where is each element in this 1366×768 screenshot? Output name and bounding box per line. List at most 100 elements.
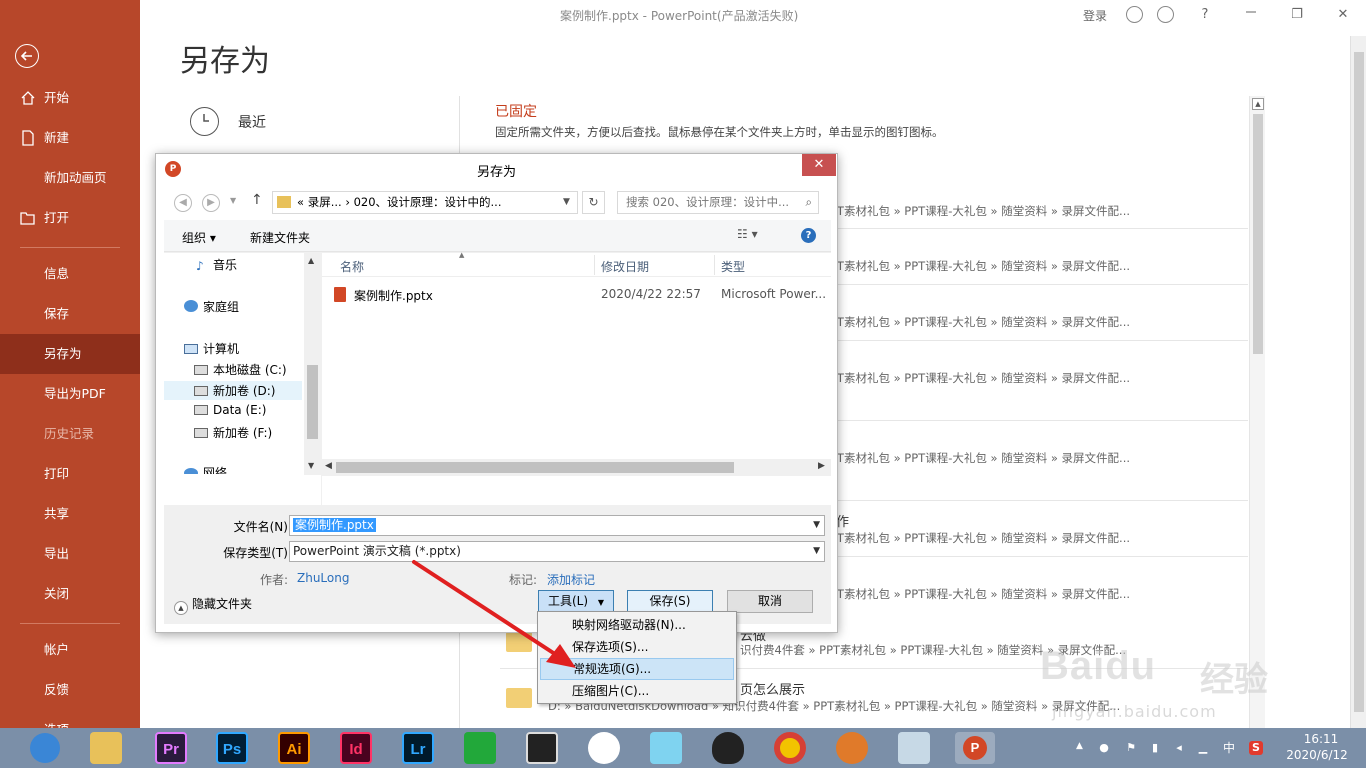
folder-path[interactable]: PT素材礼包 » PPT课程-大礼包 » 随堂资料 » 录屏文件配... — [830, 370, 1250, 386]
tree-item-drive-f[interactable]: 新加卷 (F:) — [194, 424, 272, 441]
sogou-ime-icon[interactable]: S — [1249, 741, 1263, 755]
filename-input[interactable]: 案例制作.pptx ▼ — [289, 515, 825, 536]
scrollbar-thumb[interactable] — [1253, 114, 1263, 354]
address-bar[interactable]: « 录屏... › 020、设计原理：设计中的... ▼ — [272, 191, 578, 214]
sidebar-item-options[interactable]: 选项 — [0, 710, 140, 728]
chrome-app-icon[interactable] — [774, 732, 806, 764]
horizontal-scrollbar[interactable]: ◀ ▶ — [322, 459, 831, 476]
menu-item-general-options[interactable]: 常规选项(G)... — [540, 658, 734, 680]
author-value[interactable]: ZhuLong — [297, 571, 349, 585]
chevron-down-icon[interactable]: ▼ — [563, 192, 570, 213]
browser-app-icon[interactable] — [30, 733, 60, 763]
help-icon[interactable]: ? — [801, 228, 816, 243]
illustrator-app-icon[interactable]: Ai — [278, 732, 310, 764]
sidebar-item-feedback[interactable]: 反馈 — [0, 670, 140, 710]
wifi-signal-icon[interactable]: ▁ — [1196, 741, 1210, 755]
view-options-icon[interactable]: ☷ ▾ — [737, 227, 758, 241]
scrollbar-thumb[interactable] — [307, 365, 318, 439]
sidebar-item-save[interactable]: 保存 — [0, 294, 140, 334]
column-date[interactable]: 修改日期 — [601, 258, 649, 275]
folder-path[interactable]: PT素材礼包 » PPT课程-大礼包 » 随堂资料 » 录屏文件配... — [830, 203, 1250, 219]
history-dropdown-icon[interactable]: ▼ — [230, 196, 236, 205]
scroll-left-arrow-icon[interactable]: ◀ — [325, 461, 332, 471]
folder-path[interactable]: PT素材礼包 » PPT课程-大礼包 » 随堂资料 » 录屏文件配... — [830, 314, 1250, 330]
column-type[interactable]: 类型 — [721, 258, 745, 275]
up-arrow-icon[interactable]: ↑ — [251, 192, 263, 208]
dialog-close-button[interactable]: ✕ — [802, 154, 836, 176]
speaker-icon[interactable]: ◂ — [1172, 741, 1186, 755]
sidebar-item-open[interactable]: 打开 — [0, 198, 140, 238]
back-arrow-icon[interactable] — [15, 44, 39, 68]
sidebar-item-export-pdf[interactable]: 导出为PDF — [0, 374, 140, 414]
organize-button[interactable]: 组织 ▾ — [182, 229, 216, 246]
tree-item-drive-e[interactable]: Data (E:) — [194, 403, 266, 417]
folder-path[interactable]: PT素材礼包 » PPT课程-大礼包 » 随堂资料 » 录屏文件配... — [830, 450, 1250, 466]
photoshop-app-icon[interactable]: Ps — [216, 732, 248, 764]
minimize-button[interactable] — [1236, 4, 1266, 26]
chevron-down-icon[interactable]: ▼ — [813, 516, 820, 535]
menu-item-map-network-drive[interactable]: 映射网络驱动器(N)... — [540, 614, 734, 636]
scrollbar-thumb[interactable] — [1354, 52, 1364, 712]
indesign-app-icon[interactable]: Id — [340, 732, 372, 764]
filetype-select[interactable]: PowerPoint 演示文稿 (*.pptx) ▼ — [289, 541, 825, 562]
column-separator[interactable] — [714, 255, 715, 275]
scroll-down-arrow-icon[interactable]: ▼ — [308, 461, 314, 470]
restore-button[interactable]: ❐ — [1282, 4, 1312, 26]
cancel-button[interactable]: 取消 — [727, 590, 813, 613]
forward-icon[interactable]: ▶ — [202, 194, 220, 212]
chevron-down-icon[interactable]: ▼ — [813, 542, 820, 561]
backstage-scrollbar[interactable] — [1350, 36, 1366, 728]
folder-path[interactable]: PT素材礼包 » PPT课程-大礼包 » 随堂资料 » 录屏文件配... — [830, 258, 1250, 274]
qq-app-icon[interactable] — [712, 732, 744, 764]
sidebar-item-history[interactable]: 历史记录 — [0, 414, 140, 454]
clock-time[interactable]: 16:11 — [1291, 732, 1351, 746]
frown-feedback-icon[interactable] — [1157, 6, 1174, 23]
battery-icon[interactable]: ▮ — [1148, 741, 1162, 755]
sidebar-item-close[interactable]: 关闭 — [0, 574, 140, 614]
sidebar-item-share[interactable]: 共享 — [0, 494, 140, 534]
folder-path[interactable]: PT素材礼包 » PPT课程-大礼包 » 随堂资料 » 录屏文件配... — [830, 530, 1250, 546]
tree-item-drive-c[interactable]: 本地磁盘 (C:) — [194, 361, 287, 378]
powerpoint-taskbar-button[interactable]: P — [955, 732, 995, 764]
file-explorer-icon[interactable] — [90, 732, 122, 764]
red-green-app-icon[interactable] — [588, 732, 620, 764]
sidebar-item-home[interactable]: 开始 — [0, 78, 140, 118]
hide-folders-toggle[interactable]: ▲ 隐藏文件夹 — [174, 595, 252, 615]
premiere-app-icon[interactable]: Pr — [155, 732, 187, 764]
tree-item-music[interactable]: ♪ 音乐 — [196, 256, 237, 273]
menu-item-save-options[interactable]: 保存选项(S)... — [540, 636, 734, 658]
sidebar-item-save-as[interactable]: 另存为 — [0, 334, 140, 374]
dialog-titlebar[interactable]: P 另存为 ✕ — [156, 154, 837, 184]
search-input[interactable]: 搜索 020、设计原理：设计中... ⌕ — [617, 191, 819, 214]
sidebar-item-print[interactable]: 打印 — [0, 454, 140, 494]
tree-item-network[interactable]: 网络 — [184, 464, 227, 474]
help-button[interactable]: ? — [1190, 4, 1220, 26]
close-window-button[interactable]: ✕ — [1328, 4, 1358, 26]
sidebar-item-info[interactable]: 信息 — [0, 254, 140, 294]
scroll-up-arrow-icon[interactable]: ▲ — [1252, 98, 1264, 110]
navigation-scrollbar[interactable]: ▲ ▼ — [304, 253, 321, 475]
back-icon[interactable]: ◀ — [174, 194, 192, 212]
qq-tray-icon[interactable]: ● — [1097, 741, 1111, 755]
sidebar-item-account[interactable]: 帐户 — [0, 630, 140, 670]
green-app-icon[interactable] — [464, 732, 496, 764]
video-app-icon[interactable] — [526, 732, 558, 764]
menu-item-compress-pictures[interactable]: 压缩图片(C)... — [540, 680, 734, 702]
new-folder-button[interactable]: 新建文件夹 — [250, 229, 310, 246]
scrollbar-thumb[interactable] — [336, 462, 734, 473]
folder-path[interactable]: PT素材礼包 » PPT课程-大礼包 » 随堂资料 » 录屏文件配... — [830, 586, 1250, 602]
refresh-button[interactable]: ↻ — [582, 191, 605, 214]
sidebar-item-new-animation-page[interactable]: 新加动画页 — [0, 158, 140, 198]
sidebar-item-export[interactable]: 导出 — [0, 534, 140, 574]
column-separator[interactable] — [594, 255, 595, 275]
network-error-icon[interactable]: ⚑ — [1124, 741, 1138, 755]
blue-app-icon[interactable] — [898, 732, 930, 764]
file-row[interactable]: 案例制作.pptx 2020/4/22 22:57 Microsoft Powe… — [334, 285, 826, 305]
tags-input[interactable]: 添加标记 — [547, 571, 595, 588]
sidebar-item-new[interactable]: 新建 — [0, 118, 140, 158]
smile-feedback-icon[interactable] — [1126, 6, 1143, 23]
scroll-right-arrow-icon[interactable]: ▶ — [818, 461, 825, 471]
recent-location[interactable]: 最近 — [188, 106, 448, 138]
lightroom-app-icon[interactable]: Lr — [402, 732, 434, 764]
tree-item-drive-d[interactable]: 新加卷 (D:) — [194, 382, 275, 399]
